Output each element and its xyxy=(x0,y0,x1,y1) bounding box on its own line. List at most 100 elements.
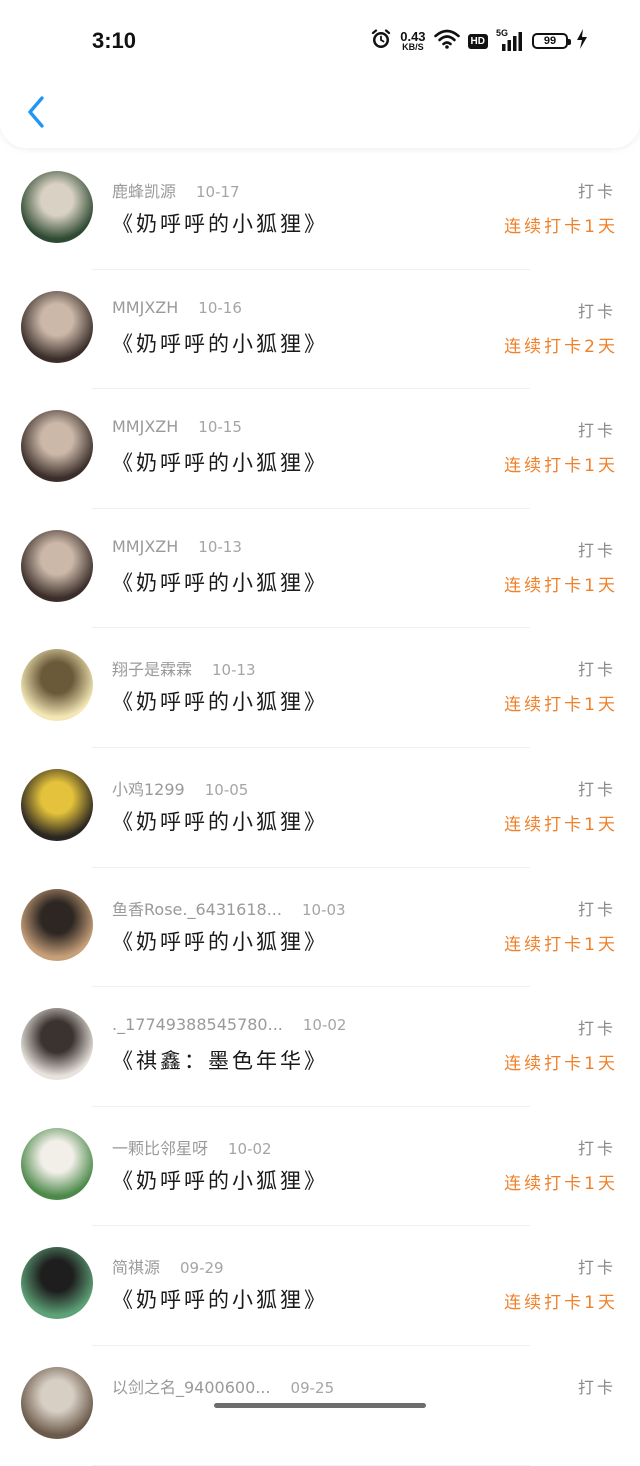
list-item[interactable]: 一颗比邻星呀 10-02 《奶呼呼的小狐狸》 打卡连续打卡1天 xyxy=(0,1107,640,1227)
entry-meta: 鹿蜂凯源 10-17 xyxy=(112,178,240,202)
entry-date: 10-03 xyxy=(301,900,346,919)
streak-label: 连续打卡2天 xyxy=(504,336,618,357)
user-name[interactable]: 简祺源 xyxy=(112,1254,160,1278)
checkin-label: 打卡 xyxy=(577,1377,616,1397)
entry-meta: 鱼香Rose._6431618... 10-03 xyxy=(112,896,346,920)
avatar[interactable] xyxy=(21,529,93,602)
status-time: 3:10 xyxy=(92,28,137,53)
user-name[interactable]: MMJXZH xyxy=(112,537,178,556)
book-title[interactable]: 《奶呼呼的小狐狸》 xyxy=(112,806,328,836)
list-item[interactable]: 鱼香Rose._6431618... 10-03 《奶呼呼的小狐狸》 打卡连续打卡1天 xyxy=(0,868,640,988)
entry-meta: 翔子是霖霖 10-13 xyxy=(112,656,256,680)
avatar[interactable] xyxy=(21,1366,93,1439)
signal-bars-icon: 5G xyxy=(496,28,524,52)
streak-label: 连续打卡1天 xyxy=(504,217,618,237)
user-name[interactable]: 鹿蜂凯源 xyxy=(112,178,176,202)
entry-meta: 简祺源 09-29 xyxy=(112,1254,224,1278)
avatar[interactable] xyxy=(21,888,93,961)
home-indicator[interactable] xyxy=(214,1403,426,1408)
entry-date: 10-16 xyxy=(198,298,242,317)
user-name[interactable]: 翔子是霖霖 xyxy=(112,656,192,680)
streak-label: 连续打卡1天 xyxy=(504,934,618,955)
avatar[interactable] xyxy=(21,410,93,483)
status-icons: 0.43 KB/S HD 5G 99 xyxy=(370,28,588,54)
avatar[interactable] xyxy=(21,1127,93,1200)
user-name[interactable]: 以剑之名_9400600... xyxy=(112,1374,271,1398)
hd-badge: HD xyxy=(467,33,488,49)
list-item[interactable]: 鹿蜂凯源 10-17 《奶呼呼的小狐狸》 打卡连续打卡1天 xyxy=(0,150,640,270)
checkin-label: 打卡 xyxy=(577,779,616,799)
entry-meta: ._17749388545780... 10-02 xyxy=(112,1015,346,1034)
streak-label: 连续打卡1天 xyxy=(504,1054,618,1075)
avatar[interactable] xyxy=(21,1247,93,1320)
book-title[interactable]: 《奶呼呼的小狐狸》 xyxy=(112,208,328,238)
streak-label: 连续打卡1天 xyxy=(504,1293,618,1314)
entry-date: 10-13 xyxy=(198,537,242,556)
book-title[interactable]: 《奶呼呼的小狐狸》 xyxy=(112,328,328,358)
book-title[interactable]: 《奶呼呼的小狐狸》 xyxy=(112,926,328,956)
list-item[interactable]: ._17749388545780... 10-02 《祺鑫：墨色年华》 打卡连续打卡1… xyxy=(0,987,640,1107)
checkin-label: 打卡 xyxy=(577,540,616,560)
book-title[interactable]: 《奶呼呼的小狐狸》 xyxy=(112,567,328,597)
entry-meta: MMJXZH 10-15 xyxy=(112,417,242,436)
book-title[interactable]: 《祺鑫：墨色年华》 xyxy=(112,1045,328,1075)
app-header: 3:10 0.43 KB/S HD 5G 99 xyxy=(0,0,640,148)
user-name[interactable]: 一颗比邻星呀 xyxy=(112,1135,208,1159)
entry-date: 10-13 xyxy=(212,661,256,680)
list-item[interactable]: 翔子是霖霖 10-13 《奶呼呼的小狐狸》 打卡连续打卡1天 xyxy=(0,628,640,748)
streak-label: 连续打卡1天 xyxy=(504,575,618,596)
checkin-label: 打卡 xyxy=(577,1138,616,1158)
streak-label: 连续打卡1天 xyxy=(504,456,618,477)
user-name[interactable]: 鱼香Rose._6431618... xyxy=(112,896,282,920)
avatar[interactable] xyxy=(21,1008,93,1081)
list-item[interactable]: MMJXZH 10-13 《奶呼呼的小狐狸》 打卡连续打卡1天 xyxy=(0,509,640,629)
checkin-label: 打卡 xyxy=(577,421,616,441)
entry-date: 09-25 xyxy=(290,1378,335,1397)
avatar[interactable] xyxy=(21,768,93,841)
book-title[interactable]: 《奶呼呼的小狐狸》 xyxy=(112,447,328,477)
list-item[interactable]: 小鸡1299 10-05 《奶呼呼的小狐狸》 打卡连续打卡1天 xyxy=(0,748,640,868)
avatar[interactable] xyxy=(21,649,93,722)
back-chevron-icon xyxy=(28,96,44,128)
checkin-label: 打卡 xyxy=(577,1019,616,1039)
entry-meta: MMJXZH 10-13 xyxy=(112,537,242,556)
user-name[interactable]: MMJXZH xyxy=(112,417,178,436)
checkin-label: 打卡 xyxy=(577,899,616,919)
entry-date: 10-17 xyxy=(196,183,240,201)
checkin-label: 打卡 xyxy=(577,301,616,321)
list-item[interactable]: 简祺源 09-29 《奶呼呼的小狐狸》 打卡连续打卡1天 xyxy=(0,1226,640,1346)
network-speed: 0.43 KB/S xyxy=(400,29,426,52)
entry-date: 10-02 xyxy=(302,1016,347,1035)
entry-meta: MMJXZH 10-16 xyxy=(112,298,242,317)
list-item[interactable]: MMJXZH 10-15 《奶呼呼的小狐狸》 打卡连续打卡1天 xyxy=(0,389,640,509)
entry-date: 10-02 xyxy=(228,1139,272,1158)
book-title[interactable]: 《奶呼呼的小狐狸》 xyxy=(112,1165,328,1195)
checkin-label: 打卡 xyxy=(577,1258,616,1278)
checkin-label: 打卡 xyxy=(577,182,616,201)
streak-label: 连续打卡1天 xyxy=(504,695,618,716)
streak-label: 连续打卡1天 xyxy=(504,1173,618,1194)
avatar[interactable] xyxy=(21,290,93,363)
entry-meta: 以剑之名_9400600... 09-25 xyxy=(112,1374,334,1398)
streak-label: 连续打卡1天 xyxy=(504,814,618,835)
avatar[interactable] xyxy=(21,171,93,243)
book-title[interactable]: 《奶呼呼的小狐狸》 xyxy=(112,1284,328,1314)
list-item[interactable]: MMJXZH 10-16 《奶呼呼的小狐狸》 打卡连续打卡2天 xyxy=(0,270,640,390)
row-divider xyxy=(92,1464,530,1466)
checkin-label: 打卡 xyxy=(577,660,616,680)
status-bar: 3:10 0.43 KB/S HD 5G 99 xyxy=(0,0,640,80)
back-button[interactable] xyxy=(18,92,54,132)
user-name[interactable]: ._17749388545780... xyxy=(112,1015,283,1034)
user-name[interactable]: MMJXZH xyxy=(112,298,178,317)
book-title[interactable]: 《奶呼呼的小狐狸》 xyxy=(112,686,328,716)
entry-meta: 小鸡1299 10-05 xyxy=(112,776,248,800)
battery-indicator: 99 xyxy=(532,33,571,49)
entry-meta: 一颗比邻星呀 10-02 xyxy=(112,1135,272,1159)
entry-date: 10-15 xyxy=(198,418,242,437)
entry-date: 09-29 xyxy=(180,1259,224,1278)
entry-date: 10-05 xyxy=(204,780,249,799)
charging-bolt-icon xyxy=(576,29,588,53)
user-name[interactable]: 小鸡1299 xyxy=(112,776,185,800)
checkin-list: 鹿蜂凯源 10-17 《奶呼呼的小狐狸》 打卡 连续打卡1天 MMJXZH 10-16 《奶呼… xyxy=(0,150,640,1466)
wifi-icon xyxy=(433,29,460,53)
